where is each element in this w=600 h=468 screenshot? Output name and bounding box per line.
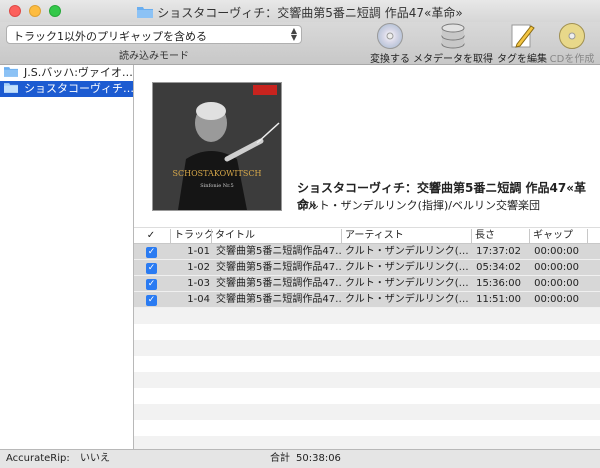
column-gap[interactable]: ギャップ [529,229,587,243]
track-artist: クルト・ザンデルリンク(… [345,246,469,257]
get-metadata-label: メタデータを取得 [413,54,493,65]
track-number: 1-04 [187,294,210,305]
track-checkbox[interactable]: ✓ [146,263,157,274]
column-length[interactable]: 長さ [471,229,529,243]
folder-icon [4,67,18,77]
column-title[interactable]: タイトル [211,229,341,243]
cover-title: SCHOSTAKOWITSCH [173,169,262,178]
sidebar-item-shostakovich[interactable]: ショスタコーヴィチ… [0,81,133,97]
table-row[interactable]: ✓ 1-04 交響曲第5番ニ短調作品47… クルト・ザンデルリンク(… 11:5… [134,292,600,308]
title-bar: ショスタコーヴィチ：交響曲第5番ニ短調 作品47«革命» [0,0,600,22]
column-check[interactable]: ✓ [134,229,168,243]
sidebar-item-label: ショスタコーヴィチ… [24,82,133,95]
toolbar: トラック1以外のプリギャップを含める ▲ ▼ 読み込みモード 変換する メタデータ… [0,22,600,65]
empty-row [134,324,600,340]
album-info: SCHOSTAKOWITSCH Sinfonie Nr.5 ショスタコーヴィチ：… [134,65,600,228]
database-icon [441,23,465,49]
total-duration: 50:38:06 [296,453,341,464]
sidebar-item-label: J.S.バッハ:ヴァイオ… [24,66,133,79]
folder-icon [4,83,18,93]
pregap-select[interactable]: トラック1以外のプリギャップを含める ▲ ▼ [6,25,302,44]
column-track[interactable]: トラック [170,229,214,243]
status-bar: AccurateRip: いいえ 合計 50:38:06 [0,449,600,468]
empty-row [134,388,600,404]
track-gap: 00:00:00 [534,278,579,289]
empty-row [134,308,600,324]
track-number: 1-01 [187,246,210,257]
track-artist: クルト・ザンデルリンク(… [345,278,469,289]
track-title: 交響曲第5番ニ短調作品47… [216,278,341,289]
album-artist: クルト・ザンデルリンク(指揮)/ベルリン交響楽団 [297,199,540,212]
window-title-text: ショスタコーヴィチ：交響曲第5番ニ短調 作品47«革命» [157,6,463,20]
track-number: 1-03 [187,278,210,289]
track-length: 17:37:02 [476,246,521,257]
track-list: ✓ 1-01 交響曲第5番ニ短調作品47… クルト・ザンデルリンク(… 17:3… [134,244,600,452]
pencil-icon [511,24,535,48]
track-length: 11:51:00 [476,294,521,305]
track-title: 交響曲第5番ニ短調作品47… [216,262,341,273]
track-gap: 00:00:00 [534,246,579,257]
track-title: 交響曲第5番ニ短調作品47… [216,246,341,257]
track-gap: 00:00:00 [534,262,579,273]
sidebar-item-bach[interactable]: J.S.バッハ:ヴァイオ… [0,65,133,81]
track-checkbox[interactable]: ✓ [146,295,157,306]
select-arrows-icon: ▲ ▼ [290,26,297,42]
track-checkbox[interactable]: ✓ [146,279,157,290]
folder-icon [137,7,154,18]
empty-row [134,372,600,388]
main-panel: SCHOSTAKOWITSCH Sinfonie Nr.5 ショスタコーヴィチ：… [134,65,600,452]
create-cd-label: CDを作成 [549,54,595,65]
sidebar: J.S.バッハ:ヴァイオ… ショスタコーヴィチ… [0,65,134,449]
track-title: 交響曲第5番ニ短調作品47… [216,294,341,305]
track-checkbox[interactable]: ✓ [146,247,157,258]
empty-row [134,340,600,356]
track-length: 05:34:02 [476,262,521,273]
create-cd-button[interactable]: CDを作成 [536,22,600,65]
track-gap: 00:00:00 [534,294,579,305]
cd-icon [377,23,403,49]
empty-row [134,356,600,372]
accuraterip-value: いいえ [80,453,110,464]
get-metadata-button[interactable]: メタデータを取得 [410,22,496,65]
pregap-select-value: トラック1以外のプリギャップを含める [13,30,207,43]
table-row[interactable]: ✓ 1-03 交響曲第5番ニ短調作品47… クルト・ザンデルリンク(… 15:3… [134,276,600,292]
convert-label: 変換する [370,54,410,65]
track-artist: クルト・ザンデルリンク(… [345,262,469,273]
accuraterip-label: AccurateRip: [6,453,70,464]
track-artist: クルト・ザンデルリンク(… [345,294,469,305]
album-art[interactable]: SCHOSTAKOWITSCH Sinfonie Nr.5 [152,82,282,211]
table-row[interactable]: ✓ 1-01 交響曲第5番ニ短調作品47… クルト・ザンデルリンク(… 17:3… [134,244,600,260]
empty-row [134,404,600,420]
cover-subtitle: Sinfonie Nr.5 [200,183,233,189]
track-table-header: ✓ トラック タイトル アーティスト 長さ ギャップ [134,229,600,244]
read-mode-label: 読み込みモード [119,51,189,62]
track-number: 1-02 [187,262,210,273]
track-length: 15:36:00 [476,278,521,289]
window-title: ショスタコーヴィチ：交響曲第5番ニ短調 作品47«革命» [0,4,600,21]
column-extra [587,229,600,243]
empty-row [134,420,600,436]
cd-burn-icon [559,23,585,49]
total-label: 合計 [270,453,290,464]
conductor-photo: SCHOSTAKOWITSCH Sinfonie Nr.5 [153,83,281,210]
column-artist[interactable]: アーティスト [341,229,471,243]
table-row[interactable]: ✓ 1-02 交響曲第5番ニ短調作品47… クルト・ザンデルリンク(… 05:3… [134,260,600,276]
